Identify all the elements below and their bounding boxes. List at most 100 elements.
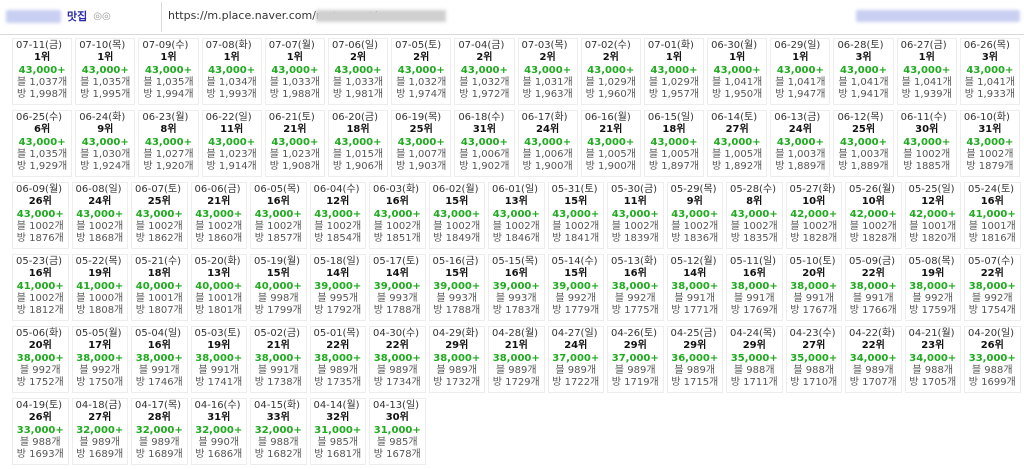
card-blog: 블 1,023개 xyxy=(206,148,257,160)
card-rank: 27위 xyxy=(88,412,112,424)
card-rank: 26위 xyxy=(980,340,1004,352)
card-visit: 방 1836개 xyxy=(671,233,719,245)
rank-card: 05-30(금) 11위 43,000+ 블 1002개 방 1839개 xyxy=(607,182,664,249)
card-blog: 블 1,035개 xyxy=(80,76,131,88)
card-visit: 방 1808개 xyxy=(76,305,124,317)
card-rank: 22위 xyxy=(861,268,885,280)
card-price: 43,000+ xyxy=(966,136,1014,148)
card-blog: 블 1,033개 xyxy=(269,76,320,88)
card-price: 39,000+ xyxy=(492,280,540,292)
card-rank: 3위 xyxy=(981,52,998,64)
card-price: 43,000+ xyxy=(195,208,243,220)
redacted-place-name xyxy=(6,9,61,23)
redacted-header-right xyxy=(856,10,1020,22)
card-rank: 1위 xyxy=(792,52,809,64)
rank-card: 05-24(토) 16위 41,000+ 블 1001개 방 1816개 xyxy=(964,182,1021,249)
rank-card: 07-05(토) 2위 43,000+ 블 1,032개 방 1,974개 xyxy=(391,38,452,105)
card-visit: 방 1835개 xyxy=(730,233,778,245)
card-blog: 블 989개 xyxy=(317,364,359,376)
card-date: 05-12(월) xyxy=(670,256,717,267)
card-date: 07-01(화) xyxy=(647,40,694,51)
card-date: 06-25(수) xyxy=(16,112,63,123)
card-price: 38,000+ xyxy=(492,352,540,364)
card-date: 05-26(월) xyxy=(849,184,896,195)
card-date: 04-17(목) xyxy=(135,400,182,411)
card-date: 06-14(토) xyxy=(711,112,758,123)
card-blog: 블 1002개 xyxy=(966,148,1014,160)
card-blog: 블 989개 xyxy=(376,364,418,376)
card-price: 41,000+ xyxy=(968,208,1016,220)
card-price: 36,000+ xyxy=(671,352,719,364)
rank-card: 05-02(금) 21위 38,000+ 블 991개 방 1738개 xyxy=(250,326,307,393)
card-date: 05-14(수) xyxy=(551,256,598,267)
card-price: 43,000+ xyxy=(16,208,64,220)
rank-card: 07-07(월) 1위 43,000+ 블 1,033개 방 1,988개 xyxy=(264,38,325,105)
card-date: 05-11(일) xyxy=(730,256,777,267)
card-rank: 11위 xyxy=(220,124,244,136)
rank-row: 06-09(월) 26위 43,000+ 블 1002개 방 1876개 06-08(일)… xyxy=(12,182,1024,249)
card-rank: 33위 xyxy=(266,412,290,424)
rank-card: 07-03(목) 2위 43,000+ 블 1,031개 방 1,963개 xyxy=(517,38,578,105)
card-visit: 방 1769개 xyxy=(730,305,778,317)
card-visit: 방 1885개 xyxy=(903,161,951,173)
card-visit: 방 1719개 xyxy=(611,377,659,389)
card-blog: 블 991개 xyxy=(852,292,894,304)
card-rank: 22위 xyxy=(861,340,885,352)
card-date: 05-09(금) xyxy=(849,256,896,267)
rank-card: 06-14(토) 27위 43,000+ 블 1,005개 방 1,892개 xyxy=(707,110,768,177)
rank-card: 05-07(수) 22위 38,000+ 블 992개 방 1754개 xyxy=(964,254,1021,321)
card-blog: 블 991개 xyxy=(198,364,240,376)
card-price: 43,000+ xyxy=(524,64,572,76)
card-date: 07-10(목) xyxy=(79,40,126,51)
card-blog: 블 989개 xyxy=(555,364,597,376)
card-price: 43,000+ xyxy=(552,208,600,220)
card-date: 07-02(수) xyxy=(584,40,631,51)
card-price: 40,000+ xyxy=(135,280,183,292)
rank-row: 05-06(화) 20위 38,000+ 블 992개 방 1752개 05-05(월) 1… xyxy=(12,326,1024,393)
card-date: 05-02(금) xyxy=(254,328,301,339)
card-date: 06-03(화) xyxy=(373,184,420,195)
card-date: 04-28(월) xyxy=(492,328,539,339)
card-price: 38,000+ xyxy=(135,352,183,364)
card-rank: 25위 xyxy=(851,124,876,136)
card-blog: 블 1000개 xyxy=(76,292,124,304)
rank-card: 05-01(목) 22위 38,000+ 블 989개 방 1735개 xyxy=(309,326,366,393)
card-date: 04-22(화) xyxy=(849,328,896,339)
card-price: 32,000+ xyxy=(195,424,243,436)
card-date: 05-28(수) xyxy=(730,184,777,195)
card-rank: 24위 xyxy=(536,124,560,136)
card-blog: 블 1,006개 xyxy=(522,148,573,160)
card-blog: 블 1002개 xyxy=(16,220,64,232)
card-visit: 방 1682개 xyxy=(254,449,302,461)
card-price: 43,000+ xyxy=(433,208,481,220)
card-visit: 방 1857개 xyxy=(254,233,302,245)
card-blog: 블 992개 xyxy=(555,292,597,304)
rank-card: 06-13(금) 24위 43,000+ 블 1,003개 방 1,889개 xyxy=(770,110,831,177)
rank-card: 06-07(토) 25위 43,000+ 블 1002개 방 1862개 xyxy=(131,182,188,249)
card-date: 04-14(월) xyxy=(313,400,360,411)
card-blog: 블 988개 xyxy=(733,364,775,376)
rank-card: 05-23(금) 16위 41,000+ 블 1002개 방 1812개 xyxy=(12,254,69,321)
card-price: 38,000+ xyxy=(76,352,124,364)
card-rank: 16위 xyxy=(980,196,1004,208)
card-rank: 15위 xyxy=(266,268,290,280)
card-price: 43,000+ xyxy=(254,208,302,220)
card-visit: 방 1,933개 xyxy=(964,89,1016,101)
card-blog: 블 1001개 xyxy=(135,292,183,304)
card-blog: 블 1,032개 xyxy=(396,76,447,88)
card-price: 43,000+ xyxy=(713,64,761,76)
card-date: 06-27(금) xyxy=(900,40,947,51)
card-date: 04-16(수) xyxy=(194,400,241,411)
card-blog: 블 1002개 xyxy=(254,220,302,232)
card-date: 06-09(월) xyxy=(16,184,63,195)
card-rank: 1위 xyxy=(665,52,683,64)
card-visit: 방 1,920개 xyxy=(143,161,194,173)
rank-row: 05-23(금) 16위 41,000+ 블 1002개 방 1812개 05-22(목)… xyxy=(12,254,1024,321)
rank-card: 07-04(금) 2위 43,000+ 블 1,032개 방 1,972개 xyxy=(454,38,515,105)
card-price: 43,000+ xyxy=(776,64,824,76)
card-date: 04-13(일) xyxy=(373,400,420,411)
rank-card: 05-16(금) 15위 39,000+ 블 993개 방 1788개 xyxy=(428,254,485,321)
rank-row: 07-11(금) 1위 43,000+ 블 1,037개 방 1,998개 07-10(목… xyxy=(12,38,1023,105)
card-blog: 블 1002개 xyxy=(195,220,243,232)
card-rank: 29위 xyxy=(623,340,647,352)
